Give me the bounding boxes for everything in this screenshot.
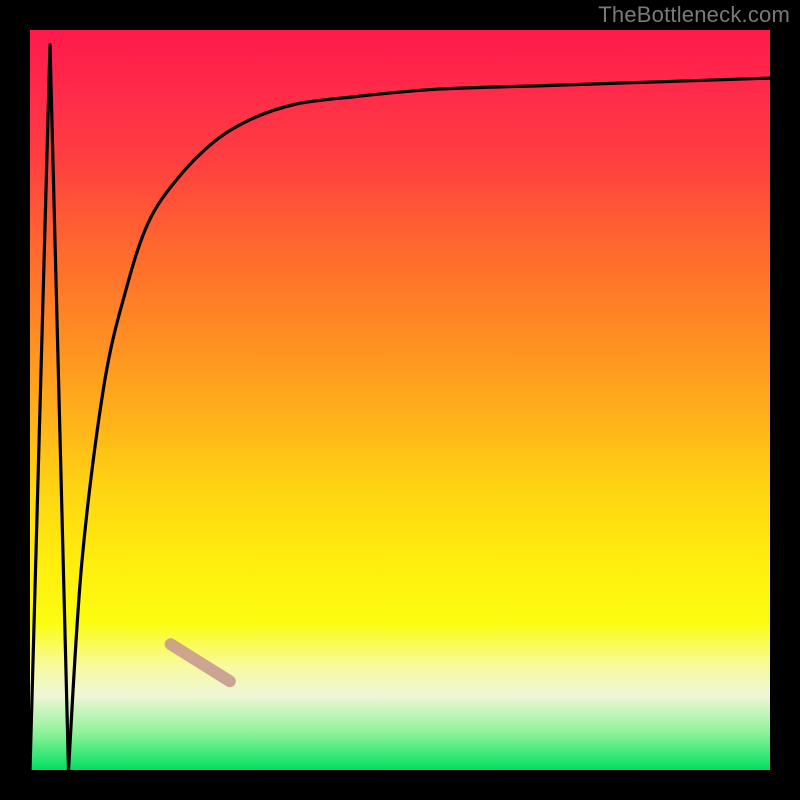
chart-frame: TheBottleneck.com bbox=[0, 0, 800, 800]
curve-layer bbox=[30, 30, 770, 770]
spike-path bbox=[30, 45, 69, 770]
highlight-path bbox=[171, 644, 230, 681]
watermark-text: TheBottleneck.com bbox=[598, 2, 790, 28]
plot-area bbox=[30, 30, 770, 770]
asymptote-path bbox=[69, 78, 771, 770]
